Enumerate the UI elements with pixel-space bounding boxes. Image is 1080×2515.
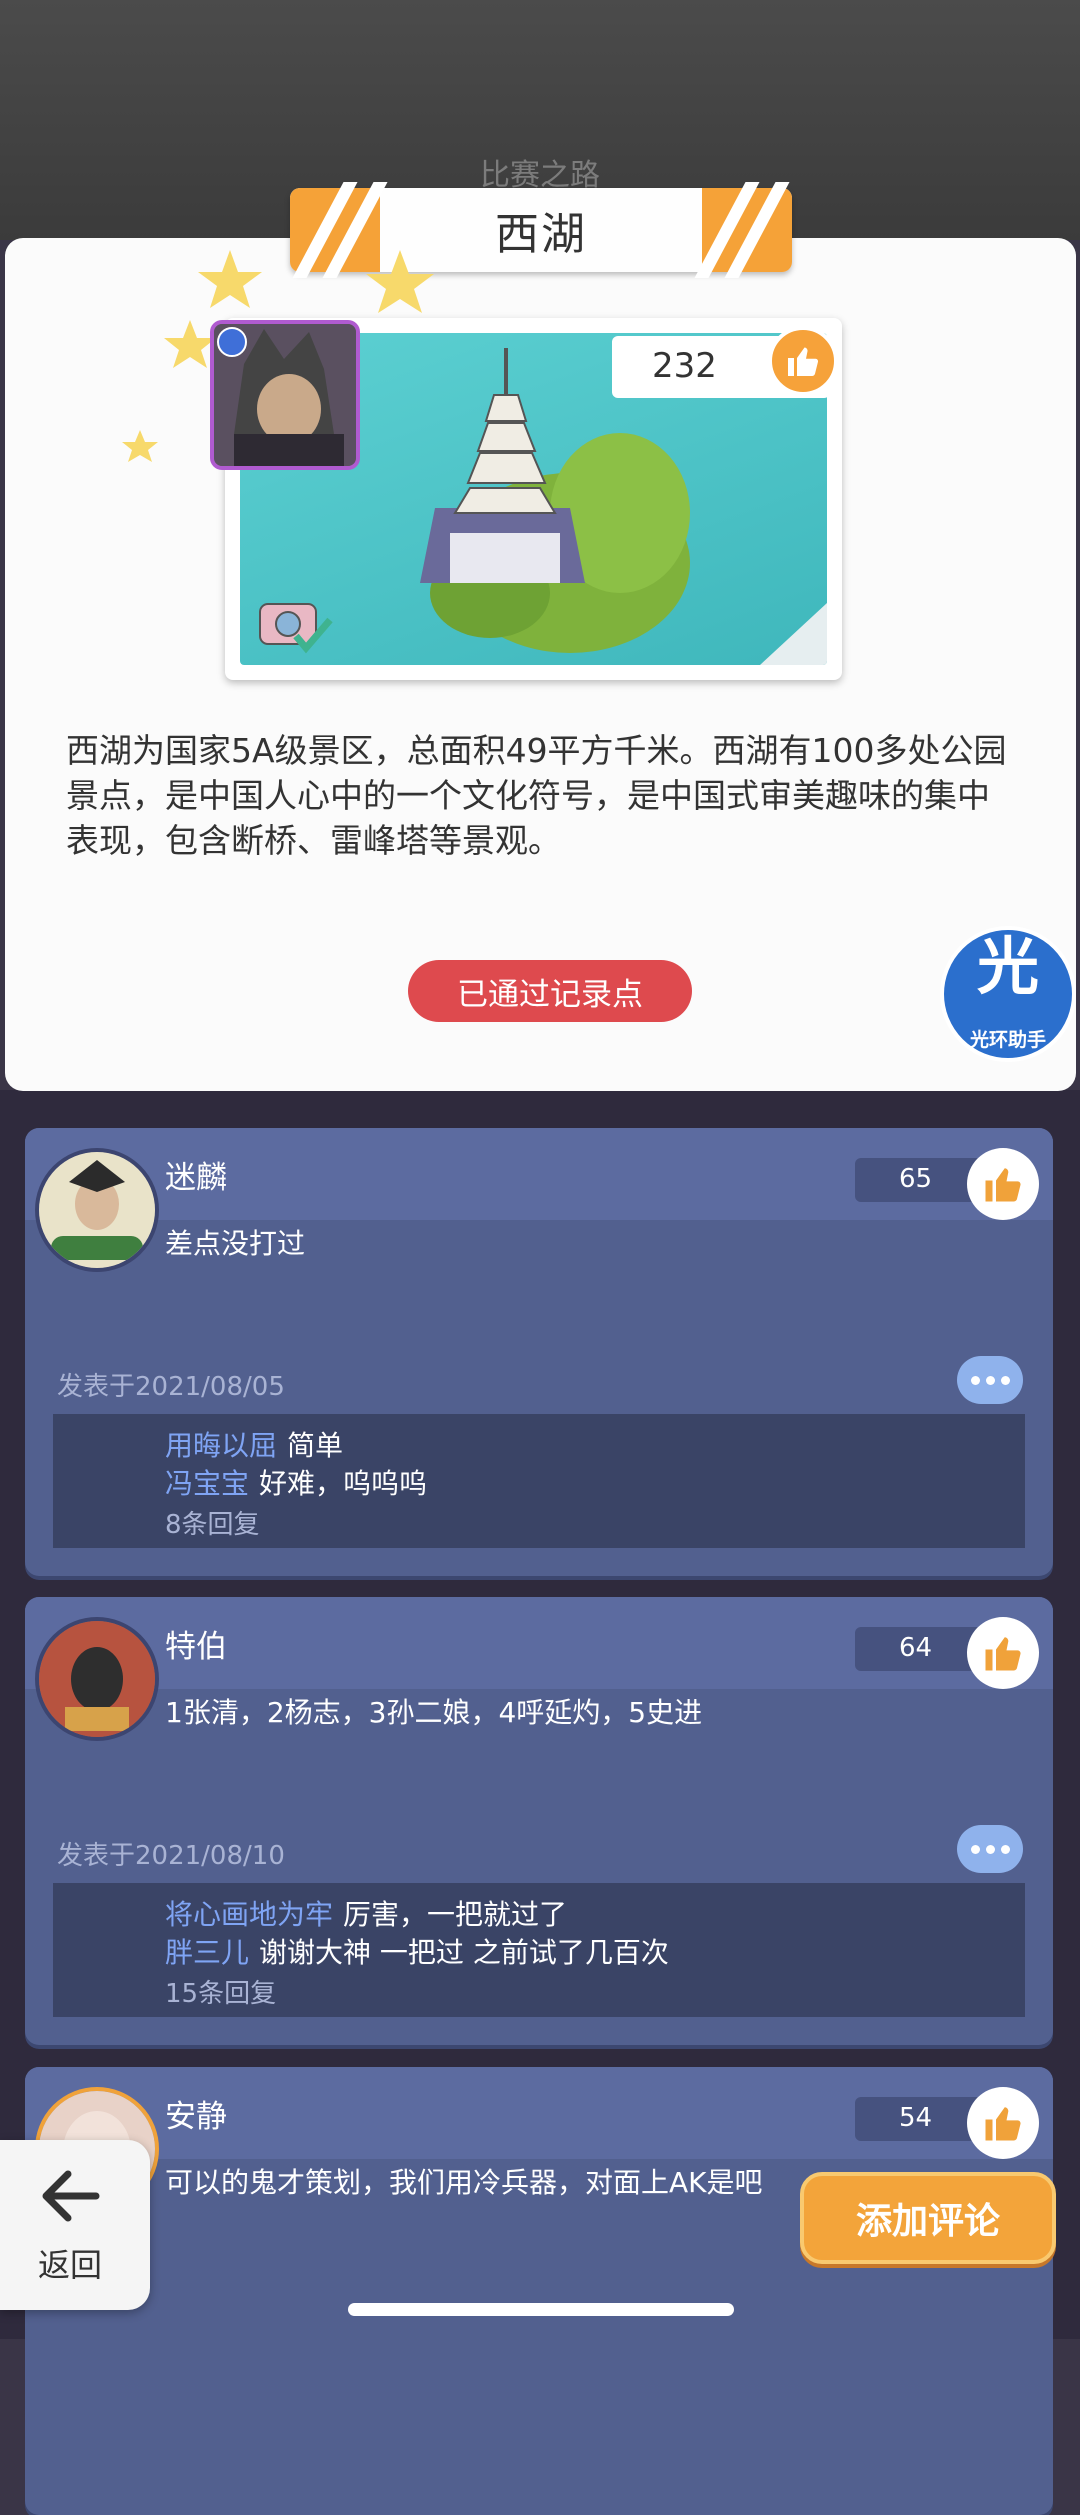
landmark-description: 西湖为国家5A级景区，总面积49平方千米。西湖有100多处公园景点，是中国人心中… — [66, 731, 1007, 860]
comment-text: 差点没打过 — [165, 1227, 306, 1260]
comment-card: 迷麟 65 差点没打过 发表于2021/08/05 用晦以屈 简单 冯宝宝 好难，呜… — [25, 1128, 1053, 1576]
thumbs-up-icon — [788, 347, 819, 376]
thumbs-up-icon — [985, 1637, 1021, 1671]
comment-like-button[interactable] — [967, 1148, 1039, 1220]
camera-check-icon — [259, 603, 333, 654]
back-button[interactable]: 返回 — [0, 2140, 150, 2310]
thumbs-up-icon — [985, 2107, 1021, 2141]
reply-text: 好难，呜呜呜 — [259, 1467, 428, 1500]
halo-assistant-label: 光环助手 — [969, 1029, 1046, 1051]
comment-card: 特伯 64 1张清，2杨志，3孙二娘，4呼延灼，5史进 发表于2021/08/1… — [25, 1597, 1053, 2045]
avatar[interactable] — [35, 1617, 159, 1741]
comment-card: 安静 54 可以的鬼才策划，我们用冷兵器，对面上AK是吧 — [25, 2067, 1053, 2515]
record-point-passed-button[interactable]: 已通过记录点 — [408, 960, 692, 1022]
luck-avatar-portrait — [39, 1152, 155, 1268]
reply-item: 将心画地为牢 厉害，一把就过了 — [165, 1893, 567, 1933]
reply-item: 用晦以屈 简单 — [165, 1424, 343, 1464]
comment-like-button[interactable] — [967, 1617, 1039, 1689]
comment-text: 可以的鬼才策划，我们用冷兵器，对面上AK是吧 — [165, 2166, 763, 2199]
landmark-like-count: 232 — [652, 346, 717, 386]
back-label: 返回 — [37, 2246, 102, 2284]
reply-user[interactable]: 冯宝宝 — [165, 1467, 249, 1500]
reply-user[interactable]: 用晦以屈 — [165, 1429, 277, 1462]
comment-author: 特伯 — [165, 1629, 227, 1665]
comment-like-count: 64 — [899, 1633, 933, 1663]
reply-count[interactable]: 8条回复 — [165, 1504, 260, 1541]
halo-assistant-button[interactable]: 光 光环助手 — [940, 926, 1076, 1062]
reply-item: 胖三儿 谢谢大神 一把过 之前试了几百次 — [165, 1931, 669, 1971]
reply-list[interactable]: 用晦以屈 简单 冯宝宝 好难，呜呜呜 8条回复 — [53, 1414, 1025, 1548]
comment-author: 迷麟 — [165, 1160, 227, 1196]
arrow-left-icon — [42, 2170, 100, 2222]
comment-like-count: 54 — [899, 2103, 933, 2133]
reply-item: 冯宝宝 好难，呜呜呜 — [165, 1462, 427, 1502]
comment-text: 1张清，2杨志，3孙二娘，4呼延灼，5史进 — [165, 1696, 703, 1729]
reply-bubble-icon[interactable] — [957, 1825, 1023, 1873]
reply-text: 谢谢大神 一把过 之前试了几百次 — [259, 1936, 669, 1969]
reply-user[interactable]: 胖三儿 — [165, 1936, 249, 1969]
comment-date: 发表于2021/08/05 — [57, 1372, 285, 1402]
comment-like-button[interactable] — [967, 2087, 1039, 2159]
comment-author: 安静 — [165, 2099, 227, 2135]
hero-avatar — [210, 320, 360, 470]
add-comment-button[interactable]: 添加评论 — [800, 2172, 1056, 2264]
reply-user[interactable]: 将心画地为牢 — [165, 1898, 333, 1931]
landmark-like-button[interactable] — [768, 326, 838, 396]
wolf-hero-portrait — [214, 324, 356, 466]
reply-text: 简单 — [287, 1429, 344, 1462]
reply-count[interactable]: 15条回复 — [165, 1973, 276, 2010]
reply-bubble-icon[interactable] — [957, 1356, 1023, 1404]
comment-like-count: 65 — [899, 1164, 933, 1194]
landmark-title: 西湖 — [495, 209, 587, 260]
decor-stripe-right — [694, 182, 792, 278]
reply-text: 厉害，一把就过了 — [343, 1898, 568, 1931]
hero-avatar-portrait — [39, 1621, 155, 1737]
reply-list[interactable]: 将心画地为牢 厉害，一把就过了 胖三儿 谢谢大神 一把过 之前试了几百次 15条回复 — [53, 1883, 1025, 2017]
avatar[interactable] — [35, 1148, 159, 1272]
halo-assistant-icon: 光 — [976, 930, 1039, 1003]
comment-date: 发表于2021/08/10 — [57, 1841, 285, 1871]
thumbs-up-icon — [985, 1168, 1021, 1202]
home-indicator[interactable] — [348, 2303, 734, 2316]
